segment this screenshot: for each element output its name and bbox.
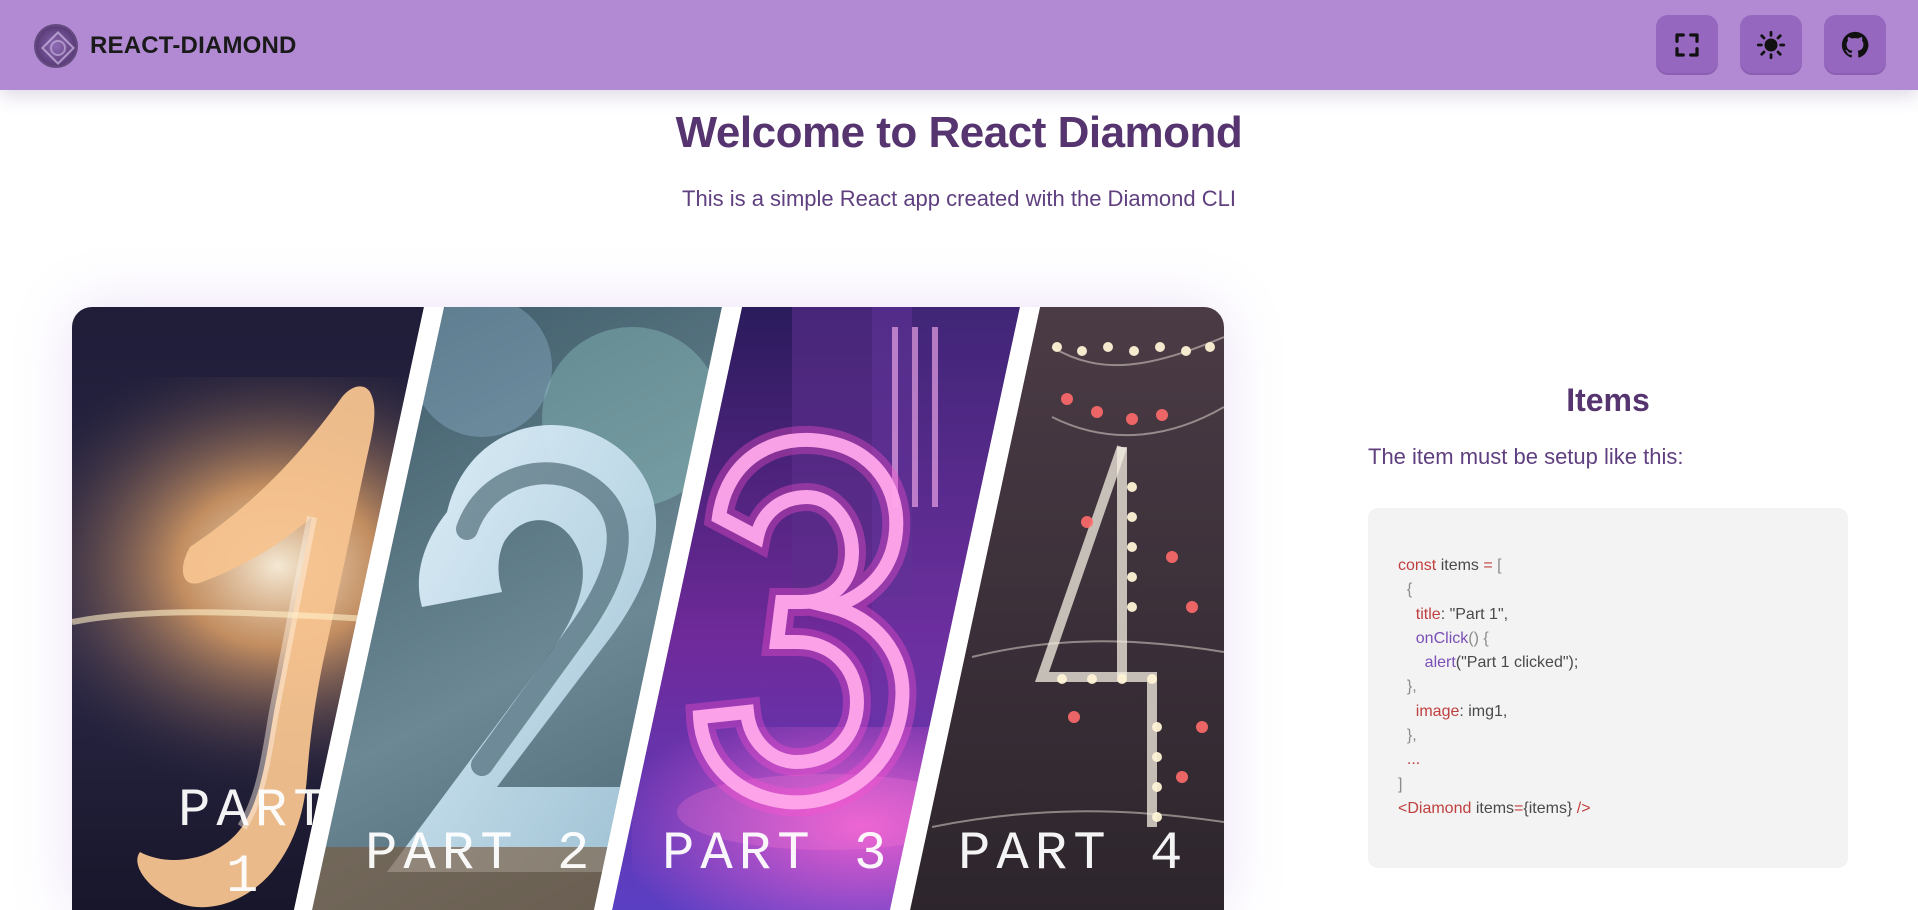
app-header: REACT-DIAMOND	[0, 0, 1918, 90]
code-items-attr: items	[1471, 799, 1515, 817]
code-array-open: [	[1492, 557, 1502, 574]
fullscreen-icon	[1675, 33, 1699, 57]
code-kw-const: const	[1398, 557, 1437, 574]
code-onclick-rest: () {	[1468, 629, 1489, 647]
code-onclick: onClick	[1415, 629, 1469, 647]
code-items-decl: items	[1436, 557, 1484, 574]
code-attr-equals: =	[1514, 799, 1524, 817]
carousel-item-3-label[interactable]: PART 3	[662, 824, 892, 885]
code-snippet: const items = [ { title: "Part 1", onCli…	[1368, 508, 1848, 868]
github-icon	[1841, 31, 1869, 58]
brand-title: REACT-DIAMOND	[90, 32, 297, 59]
carousel-art: PART 1 PART 2 PART 3 PART 4	[72, 307, 1224, 910]
code-title-value: : "Part 1",	[1440, 605, 1509, 623]
diamond-logo-icon	[34, 24, 78, 68]
code-ellipsis: ...	[1398, 751, 1421, 769]
carousel-item-1-label-line-1: PART	[178, 781, 332, 842]
code-text: const items = [ { title: "Part 1", onCli…	[1398, 554, 1591, 821]
diamond-carousel: PART 1 PART 2 PART 3 PART 4	[72, 307, 1224, 910]
code-title-key: title	[1415, 605, 1441, 623]
carousel-item-1-label-line-2: 1	[226, 847, 264, 908]
code-equals: =	[1483, 557, 1493, 574]
code-tag-close: />	[1572, 799, 1591, 817]
code-image-value: : img1,	[1459, 702, 1508, 720]
fullscreen-button[interactable]	[1656, 15, 1718, 75]
code-object-open: {	[1398, 581, 1413, 599]
sun-icon	[1756, 30, 1786, 60]
code-alert-rest: ("Part 1 clicked");	[1455, 654, 1579, 672]
theme-toggle-button[interactable]	[1740, 15, 1802, 75]
carousel-item-2-label[interactable]: PART 2	[365, 824, 595, 885]
github-button[interactable]	[1824, 15, 1886, 75]
header-actions	[1656, 15, 1886, 75]
page-subtitle: This is a simple React app created with …	[682, 186, 1236, 211]
code-object-close: },	[1398, 727, 1417, 745]
code-func-close: },	[1398, 678, 1417, 696]
brand[interactable]: REACT-DIAMOND	[34, 24, 297, 68]
carousel-item-4-label[interactable]: PART 4	[958, 824, 1188, 885]
items-title: Items	[1566, 382, 1650, 418]
code-array-close: ]	[1398, 775, 1403, 793]
page-title: Welcome to React Diamond	[675, 108, 1243, 157]
code-attr-value: {items}	[1523, 799, 1573, 817]
code-image-key: image	[1415, 702, 1460, 720]
code-alert: alert	[1424, 654, 1456, 672]
items-description: The item must be setup like this:	[1368, 444, 1684, 469]
code-diamond-tag: <Diamond	[1398, 799, 1472, 817]
